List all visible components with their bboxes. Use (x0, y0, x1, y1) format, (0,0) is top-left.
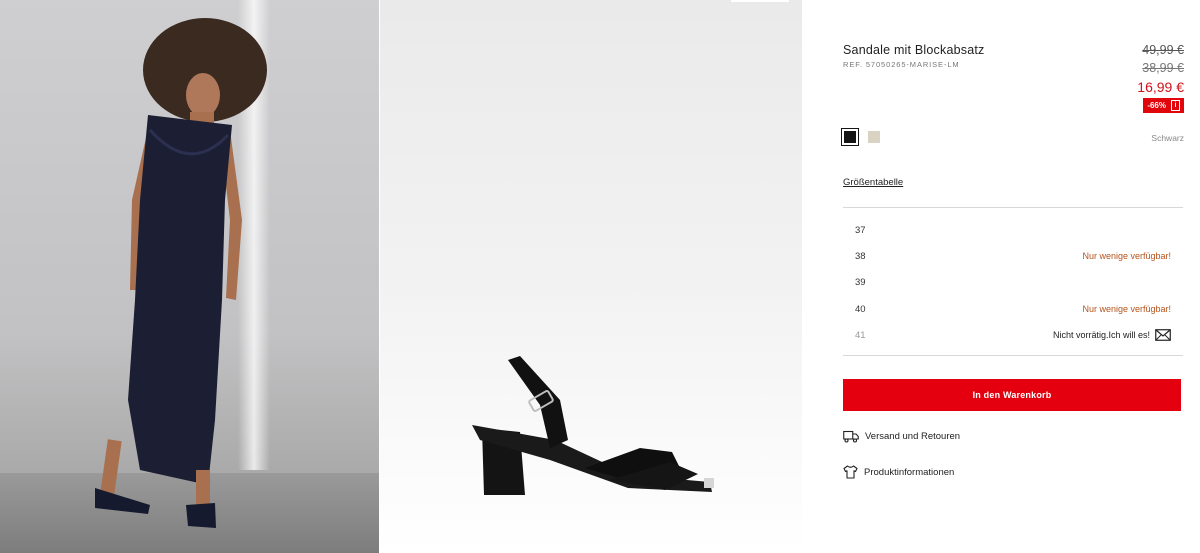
notify-me-label: Nicht vorrätig.Ich will es! (1052, 330, 1150, 341)
sale-price: 16,99 € (1137, 79, 1184, 95)
info-icon[interactable]: i (1171, 100, 1180, 111)
size-status: Nur wenige verfügbar! (1082, 304, 1171, 315)
size-option-40[interactable]: 40 Nur wenige verfügbar! (843, 296, 1183, 322)
size-list: 37 38 Nur wenige verfügbar! 39 40 Nur we… (843, 217, 1183, 348)
product-photo[interactable] (380, 0, 802, 553)
divider-top (843, 207, 1183, 208)
model-illustration (95, 18, 267, 528)
divider-bottom (843, 355, 1183, 356)
product-info-link[interactable]: Produktinformationen (843, 465, 954, 479)
shipping-returns-label: Versand und Retouren (865, 431, 961, 442)
original-price: 49,99 € (1142, 43, 1184, 57)
size-guide-link[interactable]: Größentabelle (843, 177, 903, 188)
discount-badge: -66% i (1143, 98, 1184, 113)
model-photo[interactable] (0, 0, 379, 553)
product-reference: REF. 57050265-MARISE-LM (843, 60, 960, 69)
size-label: 40 (855, 303, 866, 315)
add-to-cart-button[interactable]: In den Warenkorb (843, 379, 1181, 411)
size-option-39[interactable]: 39 (843, 270, 1183, 296)
product-panel: Sandale mit Blockabsatz REF. 57050265-MA… (803, 0, 1200, 553)
product-title: Sandale mit Blockabsatz (843, 43, 985, 57)
product-info-label: Produktinformationen (864, 466, 955, 478)
notify-me-link[interactable]: Nicht vorrätig.Ich will es! (1052, 329, 1171, 342)
truck-icon (843, 430, 859, 443)
sandal-illustration (472, 356, 714, 495)
color-swatch-beige[interactable] (868, 131, 880, 143)
tshirt-icon (843, 465, 858, 479)
selected-color-name: Schwarz (1151, 133, 1184, 143)
size-option-41[interactable]: 41 Nicht vorrätig.Ich will es! (843, 322, 1183, 348)
size-label: 41 (855, 329, 866, 341)
size-label: 39 (855, 277, 866, 289)
size-status: Nur wenige verfügbar! (1082, 251, 1171, 262)
previous-price: 38,99 € (1142, 61, 1184, 75)
envelope-icon (1155, 329, 1171, 342)
size-option-38[interactable]: 38 Nur wenige verfügbar! (843, 243, 1183, 269)
color-swatch-black[interactable] (841, 128, 859, 146)
discount-percent: -66% (1147, 101, 1166, 110)
size-option-37[interactable]: 37 (843, 217, 1183, 243)
shipping-returns-link[interactable]: Versand und Retouren (843, 430, 960, 443)
size-label: 37 (855, 224, 866, 236)
size-label: 38 (855, 250, 866, 262)
